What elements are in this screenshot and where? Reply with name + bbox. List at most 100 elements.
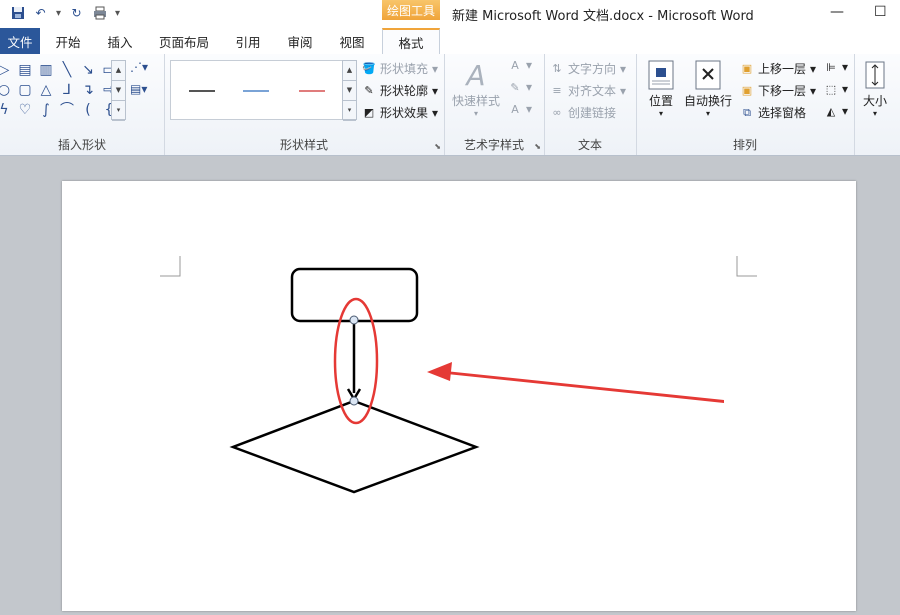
- text-group-label: 文本: [577, 138, 602, 152]
- position-icon: [646, 58, 676, 92]
- wrap-text-button[interactable]: 自动换行 ▾: [684, 58, 732, 118]
- draw-textbox-icon[interactable]: ▤▾: [130, 82, 147, 96]
- group-icon: ⬚: [825, 82, 837, 96]
- arc-icon[interactable]: ⌒: [59, 102, 75, 118]
- save-icon[interactable]: [10, 6, 25, 21]
- shape-gallery-scroll[interactable]: ▲ ▼ ▾: [111, 60, 126, 121]
- shape-styles-label: 形状样式: [279, 138, 328, 152]
- maximize-button[interactable]: ☐: [874, 4, 887, 20]
- undo-dropdown-icon[interactable]: ▾: [56, 8, 61, 19]
- title-bar: ↶ ▾ ↻ ▾ 绘图工具 新建 Microsoft Word 文档.docx -…: [0, 0, 900, 28]
- edit-shape-icon[interactable]: ⋰▾: [130, 60, 148, 74]
- ribbon: ▷ ▤ ▥ ╲ ↘ ▭ ○ ▢ △ ⅃ ↴ ⇨ ϟ ♡ ∫ ⌒ ( {▲ ▼ …: [0, 54, 900, 156]
- selection-pane-button[interactable]: ⧉ 选择窗格: [740, 104, 806, 121]
- gallery-more-icon[interactable]: ▾: [343, 101, 356, 121]
- text-outline-icon: ✎: [510, 80, 520, 94]
- elbow-arrow-icon[interactable]: ↴: [80, 82, 96, 98]
- dialog-launcher-icon[interactable]: ⬊: [534, 142, 541, 151]
- text-outline-button[interactable]: ✎ ▾: [508, 80, 532, 94]
- shape-fill-button[interactable]: 🪣 形状填充 ▾: [362, 60, 438, 77]
- style-dark-line[interactable]: [189, 90, 215, 92]
- elbow-connector-icon[interactable]: ⅃: [59, 82, 75, 98]
- triangle-icon[interactable]: △: [38, 82, 54, 98]
- decision-diamond-shape[interactable]: [229, 399, 480, 494]
- oval-icon[interactable]: ○: [0, 82, 12, 98]
- rotate-button[interactable]: ◭ ▾: [824, 104, 848, 118]
- align-text-icon: ≡: [552, 84, 562, 97]
- shape-gallery[interactable]: ▷ ▤ ▥ ╲ ↘ ▭ ○ ▢ △ ⅃ ↴ ⇨ ϟ ♡ ∫ ⌒ ( {: [0, 60, 122, 118]
- annotation-arrowhead: [427, 362, 452, 381]
- dialog-launcher-icon[interactable]: ⬊: [434, 142, 441, 151]
- shape-style-gallery[interactable]: [170, 60, 344, 120]
- shape-arrow-icon[interactable]: ▷: [0, 62, 12, 78]
- document-page[interactable]: [62, 181, 856, 611]
- line-arrow-icon[interactable]: ↘: [80, 62, 96, 78]
- text-effects-button[interactable]: A ▾: [508, 102, 532, 116]
- text-direction-button[interactable]: ⇅ 文字方向 ▾: [550, 60, 626, 77]
- window-title: 新建 Microsoft Word 文档.docx - Microsoft Wo…: [452, 9, 754, 24]
- heart-icon[interactable]: ♡: [17, 102, 33, 118]
- bracket-icon[interactable]: (: [80, 102, 96, 118]
- shape-effects-button[interactable]: ◩ 形状效果 ▾: [362, 104, 438, 121]
- curve-icon[interactable]: ∫: [38, 102, 54, 118]
- scroll-down-icon[interactable]: ▼: [112, 81, 125, 101]
- text-direction-icon: ⇅: [552, 62, 562, 75]
- style-gallery-scroll[interactable]: ▲ ▼ ▾: [342, 60, 357, 121]
- tab-view[interactable]: 视图: [330, 28, 374, 54]
- size-button[interactable]: 大小 ▾: [860, 58, 890, 118]
- undo-icon[interactable]: ↶: [33, 6, 48, 21]
- tab-format[interactable]: 格式: [382, 28, 440, 55]
- lightning-icon[interactable]: ϟ: [0, 102, 12, 118]
- shape-outline-button[interactable]: ✎ 形状轮廓 ▾: [362, 82, 438, 99]
- minimize-button[interactable]: —: [830, 4, 844, 20]
- document-area: [0, 156, 900, 611]
- scroll-up-icon[interactable]: ▲: [112, 61, 125, 81]
- scroll-down-icon[interactable]: ▼: [343, 81, 356, 101]
- pencil-icon: ✎: [364, 84, 374, 97]
- text-box-icon[interactable]: ▤: [17, 62, 33, 78]
- text-effects-icon: A: [511, 102, 519, 116]
- align-button[interactable]: ⊫ ▾: [824, 60, 848, 74]
- tab-insert[interactable]: 插入: [98, 28, 142, 54]
- align-icon: ⊫: [826, 60, 836, 74]
- vertical-text-box-icon[interactable]: ▥: [38, 62, 54, 78]
- bring-forward-icon: ▣: [741, 62, 753, 75]
- quick-styles-button[interactable]: A 快速样式 ▾: [452, 58, 500, 119]
- corner-mark-right: [736, 256, 757, 277]
- gallery-more-icon[interactable]: ▾: [112, 101, 125, 121]
- print-icon[interactable]: [92, 6, 107, 21]
- drawing-tools-context-label: 绘图工具: [382, 0, 440, 20]
- rounded-rectangle-icon[interactable]: ▢: [17, 82, 33, 98]
- style-blue-line[interactable]: [243, 90, 269, 92]
- link-icon: ∞: [552, 106, 562, 119]
- line-icon[interactable]: ╲: [59, 62, 75, 78]
- group-shape-styles: ▲ ▼ ▾ 🪣 形状填充 ▾ ✎ 形状轮廓 ▾ ◩ 形状效果 ▾ 形状样式 ⬊: [164, 54, 445, 155]
- ribbon-tab-bar: 文件 开始 插入 页面布局 引用 审阅 视图 格式: [0, 28, 900, 55]
- redo-icon[interactable]: ↻: [69, 6, 84, 21]
- create-link-button[interactable]: ∞ 创建链接: [550, 104, 616, 121]
- group-text: ⇅ 文字方向 ▾ ≡ 对齐文本 ▾ ∞ 创建链接 文本: [544, 54, 637, 155]
- connector-end-handle[interactable]: [349, 396, 359, 406]
- group-button[interactable]: ⬚ ▾: [824, 82, 848, 96]
- tab-review[interactable]: 审阅: [278, 28, 322, 54]
- tab-references[interactable]: 引用: [226, 28, 270, 54]
- insert-shapes-label: 插入形状: [57, 138, 106, 152]
- text-fill-button[interactable]: A ▾: [508, 58, 532, 72]
- process-box-shape[interactable]: [290, 267, 419, 323]
- style-red-line[interactable]: [299, 90, 325, 92]
- scroll-up-icon[interactable]: ▲: [343, 61, 356, 81]
- tab-file[interactable]: 文件: [0, 28, 40, 54]
- tab-home[interactable]: 开始: [46, 28, 90, 54]
- send-backward-icon: ▣: [741, 84, 753, 97]
- align-text-button[interactable]: ≡ 对齐文本 ▾: [550, 82, 626, 99]
- arrange-label: 排列: [732, 138, 757, 152]
- bring-forward-button[interactable]: ▣ 上移一层 ▾: [740, 60, 816, 77]
- tab-page-layout[interactable]: 页面布局: [152, 28, 216, 54]
- group-arrange: 位置 ▾ 自动换行 ▾ ▣ 上移一层 ▾ ▣ 下移一层 ▾ ⧉ 选择窗格 ⊫ ▾ ⬚ ▾ ◭ ▾…: [636, 54, 855, 155]
- paint-bucket-icon: 🪣: [362, 62, 376, 75]
- customize-qat-icon[interactable]: ▾: [115, 8, 120, 19]
- connector-start-handle[interactable]: [349, 315, 359, 325]
- position-button[interactable]: 位置 ▾: [646, 58, 676, 118]
- send-backward-button[interactable]: ▣ 下移一层 ▾: [740, 82, 816, 99]
- annotation-arrow-shaft: [434, 366, 724, 403]
